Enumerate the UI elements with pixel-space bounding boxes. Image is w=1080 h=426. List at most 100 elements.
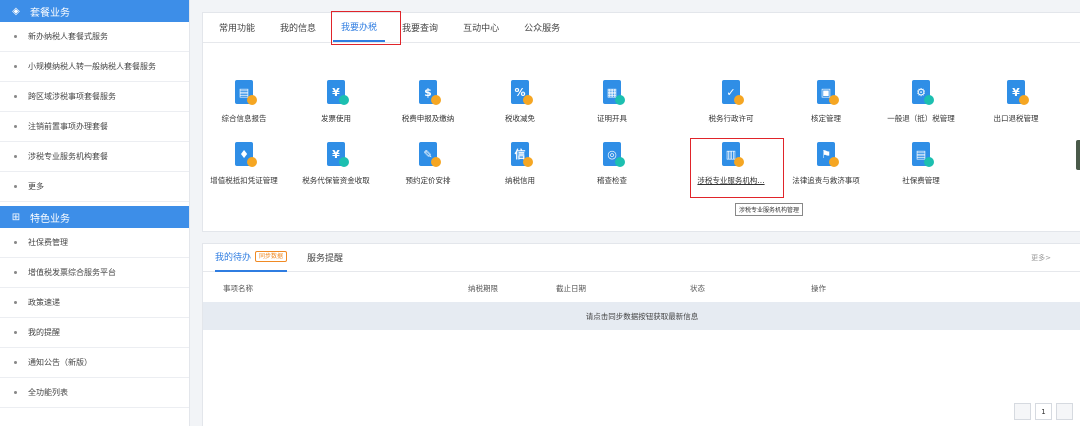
next-page-button[interactable] [1056, 403, 1073, 420]
todo-tab-bar: 我的待办 同步数据 服务提醒 更多> [203, 244, 1080, 272]
tooltip: 涉税专业服务机构管理 [735, 203, 804, 216]
todo-panel: 我的待办 同步数据 服务提醒 更多> 事项名称 纳税期限 截止日期 状态 操作 … [202, 243, 1080, 426]
function-item[interactable]: % 税收减免 [472, 79, 568, 124]
tab-service-reminder[interactable]: 服务提醒 [307, 244, 343, 272]
function-item[interactable]: ♦ 增值税抵扣凭证管理 [196, 141, 292, 186]
sidebar-item-label: 我的提醒 [28, 328, 60, 337]
section-header-special[interactable]: ⊞ 特色业务 [0, 206, 189, 228]
function-item[interactable]: ✓ 税务行政许可 [683, 79, 779, 124]
report-icon: ▤ [231, 79, 257, 105]
sidebar-item-label: 跨区域涉税事项套餐服务 [28, 92, 116, 101]
sidebar-item[interactable]: 注销前置事项办理套餐 [0, 112, 189, 142]
function-panel: 常用功能 我的信息 我要办税 我要查询 互动中心 公众服务 ▤ 综合信息报告 ¥ 发票… [202, 11, 1080, 232]
bullet-icon [14, 155, 17, 158]
col-action: 操作 [811, 284, 826, 293]
function-label: 发票使用 [321, 114, 351, 123]
table-header: 事项名称 纳税期限 截止日期 状态 操作 [203, 272, 1080, 302]
legal-icon: ⚑ [813, 141, 839, 167]
sidebar-item[interactable]: 新办纳税人套餐式服务 [0, 22, 189, 52]
function-label: 出口退税管理 [993, 114, 1039, 123]
function-label: 税费申报及缴纳 [401, 114, 455, 123]
page-number[interactable]: 1 [1035, 403, 1052, 420]
function-item[interactable]: ✎ 预约定价安排 [380, 141, 476, 186]
grid-icon: ⊞ [11, 211, 21, 223]
function-label: 综合信息报告 [221, 114, 267, 123]
sidebar-item[interactable]: 通知公告（新版） [0, 348, 189, 378]
col-item-name: 事项名称 [223, 284, 253, 293]
tab-my-todo[interactable]: 我的待办 同步数据 [215, 244, 288, 272]
sidebar-item[interactable]: 更多 [0, 172, 189, 202]
tab-common[interactable]: 常用功能 [211, 12, 263, 42]
empty-message: 请点击同步数据按钮获取最新信息 [203, 302, 1080, 330]
bullet-icon [14, 301, 17, 304]
tab-interaction[interactable]: 互动中心 [455, 12, 507, 42]
sidebar-item-label: 注销前置事项办理套餐 [28, 122, 108, 131]
col-tax-period: 纳税期限 [468, 284, 498, 293]
bullet-icon [14, 65, 17, 68]
col-status: 状态 [690, 284, 705, 293]
prev-page-button[interactable] [1014, 403, 1031, 420]
sidebar-item-label: 社保费管理 [28, 238, 68, 247]
function-item[interactable]: ¥ 税务代保管资金收取 [288, 141, 384, 186]
bullet-icon [14, 331, 17, 334]
function-item[interactable]: $ 税费申报及缴纳 [380, 79, 476, 124]
sidebar-item[interactable]: 全功能列表 [0, 378, 189, 408]
sidebar-item[interactable]: 增值税发票综合服务平台 [0, 258, 189, 288]
function-item[interactable]: 信纳税信用 [472, 141, 568, 186]
bullet-icon [14, 271, 17, 274]
function-label: 稽查检查 [597, 176, 627, 185]
tab-query[interactable]: 我要查询 [394, 12, 446, 42]
bullet-icon [14, 95, 17, 98]
function-item[interactable]: ¥ 出口退税管理 [968, 79, 1064, 124]
function-item[interactable]: ⚑ 法律追责与救济事项 [778, 141, 874, 186]
sidebar-item-label: 新办纳税人套餐式服务 [28, 32, 108, 41]
tab-public-service[interactable]: 公众服务 [516, 12, 568, 42]
function-item[interactable]: ▦ 证明开具 [564, 79, 660, 124]
function-label: 预约定价安排 [405, 176, 451, 185]
function-label: 纳税信用 [505, 176, 535, 185]
function-item[interactable]: ▤ 社保费管理 [873, 141, 969, 186]
side-scroll-handle[interactable] [1076, 140, 1080, 170]
custody-fund-icon: ¥ [323, 141, 349, 167]
bullet-icon [14, 185, 17, 188]
bullet-icon [14, 361, 17, 364]
app-root: ◈ 套餐业务 新办纳税人套餐式服务小规模纳税人转一般纳税人套餐服务跨区域涉税事项… [0, 0, 1080, 426]
function-item[interactable]: ¥ 发票使用 [288, 79, 384, 124]
sidebar-item-label: 更多 [28, 182, 44, 191]
assessment-icon: ▣ [813, 79, 839, 105]
function-item[interactable]: ▣ 核定管理 [778, 79, 874, 124]
section-title: 特色业务 [30, 213, 70, 225]
sidebar-item[interactable]: 社保费管理 [0, 228, 189, 258]
inspection-icon: ◎ [599, 141, 625, 167]
section-header-packages[interactable]: ◈ 套餐业务 [0, 0, 189, 22]
sidebar-item-label: 增值税发票综合服务平台 [28, 268, 116, 277]
tab-label: 我的待办 [215, 253, 252, 263]
layers-icon: ◈ [12, 5, 20, 17]
bullet-icon [14, 35, 17, 38]
bullet-icon [14, 241, 17, 244]
bullet-icon [14, 391, 17, 394]
sidebar-item[interactable]: 政策速递 [0, 288, 189, 318]
invoice-icon: ¥ [323, 79, 349, 105]
sync-data-button[interactable]: 同步数据 [255, 251, 288, 262]
function-label: 税收减免 [505, 114, 535, 123]
sidebar-item-label: 政策速递 [28, 298, 60, 307]
vat-deduction-icon: ♦ [231, 141, 257, 167]
more-link[interactable]: 更多> [1031, 253, 1051, 263]
function-label: 一般退（抵）税管理 [887, 114, 955, 123]
function-item[interactable]: ◎ 稽查检查 [564, 141, 660, 186]
sidebar-item[interactable]: 涉税专业服务机构套餐 [0, 142, 189, 172]
bullet-icon [14, 125, 17, 128]
admin-permit-icon: ✓ [718, 79, 744, 105]
pricing-icon: ✎ [415, 141, 441, 167]
sidebar-item[interactable]: 小规模纳税人转一般纳税人套餐服务 [0, 52, 189, 82]
function-label: 税务代保管资金收取 [302, 176, 370, 185]
sidebar: ◈ 套餐业务 新办纳税人套餐式服务小规模纳税人转一般纳税人套餐服务跨区域涉税事项… [0, 0, 190, 426]
sidebar-item[interactable]: 跨区域涉税事项套餐服务 [0, 82, 189, 112]
tab-my-info[interactable]: 我的信息 [272, 12, 324, 42]
sidebar-item[interactable]: 我的提醒 [0, 318, 189, 348]
pagination: 1 [1014, 403, 1073, 420]
sidebar-item-label: 全功能列表 [28, 388, 68, 397]
function-item[interactable]: ▤ 综合信息报告 [196, 79, 292, 124]
function-item[interactable]: ⚙ 一般退（抵）税管理 [873, 79, 969, 124]
